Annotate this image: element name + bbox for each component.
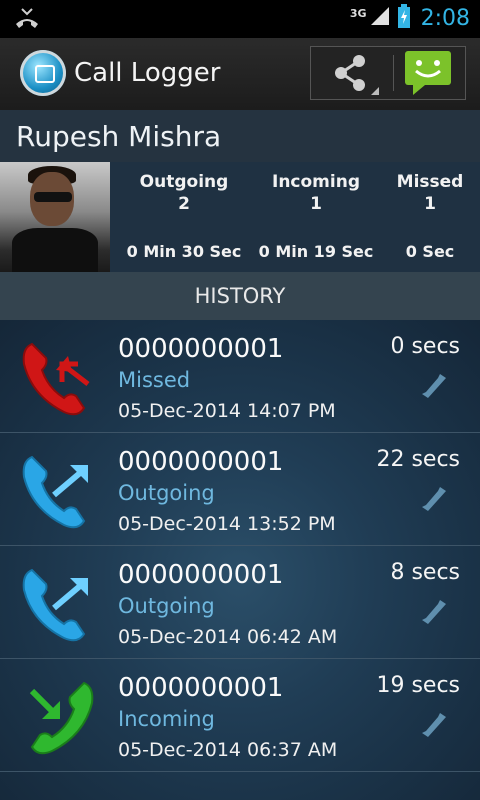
call-datetime: 05-Dec-2014 13:52 PM [118, 513, 336, 535]
battery-icon [397, 4, 411, 32]
call-type: Outgoing [118, 481, 215, 505]
list-item[interactable]: 0000000001 Incoming 05-Dec-2014 06:37 AM… [0, 659, 480, 772]
stat-count: 2 [178, 194, 190, 214]
call-number: 0000000001 [118, 673, 284, 703]
stat-count: 1 [310, 194, 322, 214]
call-number: 0000000001 [118, 334, 284, 364]
action-divider [393, 55, 394, 91]
clock: 2:08 [420, 5, 470, 31]
share-button[interactable] [311, 47, 389, 99]
call-number: 0000000001 [118, 447, 284, 477]
outgoing-call-icon [22, 568, 88, 642]
stat-count: 1 [424, 194, 436, 214]
phone-handset-icon[interactable] [418, 709, 450, 741]
app-logo-icon[interactable] [20, 50, 66, 96]
message-button[interactable] [401, 49, 457, 97]
call-type: Missed [118, 368, 191, 392]
call-datetime: 05-Dec-2014 06:42 AM [118, 626, 338, 648]
list-item[interactable]: 0000000001 Missed 05-Dec-2014 14:07 PM 0… [0, 320, 480, 433]
share-icon [335, 55, 379, 95]
history-list: 0000000001 Missed 05-Dec-2014 14:07 PM 0… [0, 320, 480, 772]
status-bar: 3G 2:08 [0, 0, 480, 38]
stat-duration: 0 Min 30 Sec [126, 242, 242, 261]
call-datetime: 05-Dec-2014 14:07 PM [118, 400, 336, 422]
action-bar: Call Logger [0, 38, 480, 112]
history-header: HISTORY [0, 272, 480, 320]
call-datetime: 05-Dec-2014 06:37 AM [118, 739, 338, 761]
call-duration: 8 secs [390, 560, 460, 585]
missed-call-notification-icon [14, 6, 40, 36]
list-item[interactable]: 0000000001 Outgoing 05-Dec-2014 13:52 PM… [0, 433, 480, 546]
contact-name: Rupesh Mishra [16, 120, 222, 153]
stat-label: Incoming [272, 172, 360, 192]
call-duration: 22 secs [376, 447, 460, 472]
call-duration: 19 secs [376, 673, 460, 698]
stat-outgoing: Outgoing 2 0 Min 30 Sec [118, 172, 250, 261]
stat-incoming: Incoming 1 0 Min 19 Sec [252, 172, 380, 261]
call-number: 0000000001 [118, 560, 284, 590]
contact-photo[interactable] [0, 162, 110, 272]
call-type: Incoming [118, 707, 215, 731]
app-title: Call Logger [74, 58, 221, 88]
stat-label: Outgoing [139, 172, 229, 192]
contact-name-bar: Rupesh Mishra [0, 110, 480, 162]
call-type: Outgoing [118, 594, 215, 618]
stat-duration: 0 Sec [405, 242, 455, 261]
stat-label: Missed [396, 172, 464, 192]
outgoing-call-icon [22, 455, 88, 529]
signal-icon [369, 5, 391, 31]
call-stats: Outgoing 2 0 Min 30 Sec Incoming 1 0 Min… [0, 162, 480, 272]
contact-detail: Rupesh Mishra Outgoing 2 0 Min 30 Sec In… [0, 110, 480, 800]
incoming-call-icon [29, 681, 94, 755]
message-icon [405, 51, 451, 95]
phone-handset-icon[interactable] [418, 596, 450, 628]
call-duration: 0 secs [390, 334, 460, 359]
missed-call-icon [22, 342, 90, 416]
phone-handset-icon[interactable] [418, 370, 450, 402]
network-type-label: 3G [349, 6, 367, 20]
stat-missed: Missed 1 0 Sec [380, 172, 480, 261]
action-buttons [310, 46, 466, 100]
phone-handset-icon[interactable] [418, 483, 450, 515]
list-item[interactable]: 0000000001 Outgoing 05-Dec-2014 06:42 AM… [0, 546, 480, 659]
stat-duration: 0 Min 19 Sec [258, 242, 374, 261]
